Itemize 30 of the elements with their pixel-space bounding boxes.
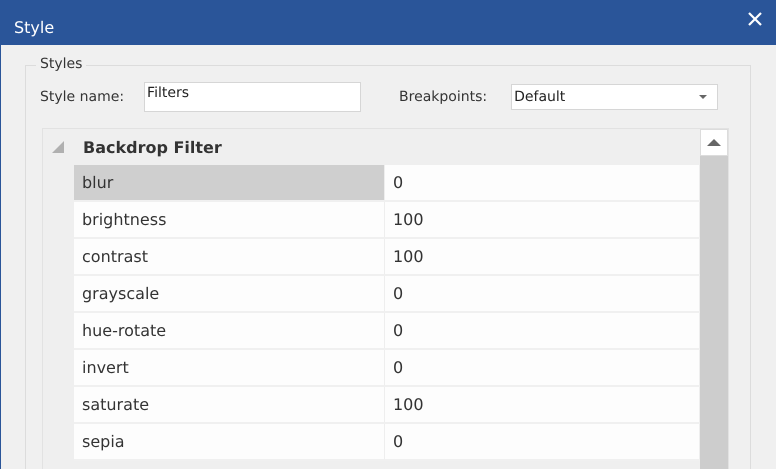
- property-name[interactable]: hue-rotate: [74, 313, 385, 350]
- property-value[interactable]: 0: [385, 350, 700, 387]
- section-title: Backdrop Filter: [83, 138, 222, 156]
- close-button[interactable]: [748, 12, 762, 26]
- property-value[interactable]: 0: [385, 276, 700, 313]
- group-legend: Styles: [36, 56, 86, 72]
- property-value[interactable]: 0: [385, 313, 700, 350]
- property-name[interactable]: invert: [74, 350, 385, 387]
- scrollbar[interactable]: [700, 129, 728, 469]
- expand-triangle-icon: [52, 141, 64, 153]
- close-icon: [748, 12, 762, 26]
- property-name[interactable]: sepia: [74, 424, 385, 461]
- field-label: Style name:: [40, 89, 124, 105]
- property-name[interactable]: saturate: [74, 387, 385, 424]
- property-value[interactable]: 0: [385, 165, 700, 202]
- property-name[interactable]: grayscale: [74, 276, 385, 313]
- style-name-field[interactable]: Filters: [144, 82, 362, 112]
- field-label: Breakpoints:: [399, 89, 488, 105]
- scroll-up-button[interactable]: [700, 129, 728, 156]
- property-value[interactable]: 100: [385, 239, 700, 276]
- property-value[interactable]: 100: [385, 387, 700, 424]
- property-name[interactable]: blur: [74, 165, 385, 202]
- property-name[interactable]: brightness: [74, 202, 385, 239]
- property-name[interactable]: contrast: [74, 239, 385, 276]
- dropdown-caret-icon: [699, 95, 708, 99]
- up-arrow-icon: [707, 139, 721, 146]
- window-title: Style: [14, 17, 54, 37]
- property-value[interactable]: 100: [385, 202, 700, 239]
- breakpoints-dropdown[interactable]: Default: [511, 84, 718, 110]
- property-value[interactable]: 0: [385, 424, 700, 461]
